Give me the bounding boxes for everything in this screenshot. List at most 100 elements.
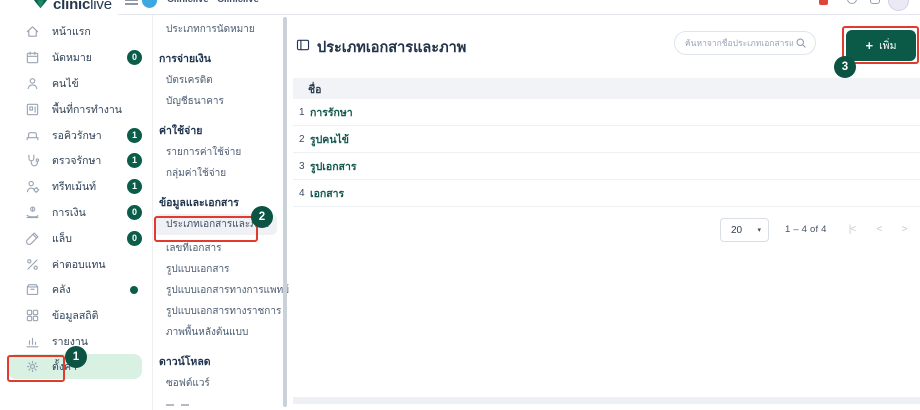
settings-menu-list: ประเภทการนัดหมายการจ่ายเงินบัตรเครดิตบัญ…: [154, 15, 293, 394]
settings-menu-item[interactable]: กลุ่มค่าใช้จ่าย: [154, 163, 293, 184]
workspace-name: Cliniclive - Cliniclive: [167, 0, 259, 5]
settings-menu-item[interactable]: เลขที่เอกสาร: [154, 238, 293, 259]
search-input[interactable]: [675, 38, 795, 48]
next-page-button[interactable]: >: [894, 218, 914, 242]
annotation-step-3: 3: [834, 56, 856, 78]
search-icon: [795, 37, 807, 49]
report-icon: [25, 334, 40, 349]
count-badge: 0: [127, 50, 142, 65]
add-button[interactable]: + เพิ่ม: [846, 30, 916, 61]
settings-section-header: การจ่ายเงิน: [154, 49, 293, 70]
pagination: 20 ▾ 1 – 4 of 4 |< < > >|: [293, 218, 920, 242]
finance-icon: [25, 205, 40, 220]
logo-text: cliniclive: [53, 0, 112, 13]
home-icon: [25, 24, 40, 39]
first-page-button[interactable]: |<: [842, 218, 862, 242]
sidebar-item[interactable]: หน้าแรก: [0, 19, 152, 45]
help-icon[interactable]: [847, 0, 857, 4]
stethoscope-icon: [25, 153, 40, 168]
caret-down-icon: ▾: [757, 226, 761, 234]
settings-menu-item[interactable]: ประเภทการนัดหมาย: [154, 19, 293, 40]
sidebar-item-label: ค่าตอบแทน: [52, 256, 106, 273]
sidebar-item[interactable]: ตรวจรักษา1: [0, 148, 152, 174]
count-badge: 1: [127, 179, 142, 194]
last-page-button[interactable]: >|: [915, 218, 920, 242]
row-number: 4: [299, 188, 310, 199]
settings-section-header: ดาวน์โหลด: [154, 352, 293, 373]
plus-icon: +: [865, 39, 873, 52]
sidebar-item-label: พื้นที่การทำงาน: [52, 101, 122, 118]
table-row[interactable]: 3รูปเอกสาร: [293, 153, 920, 180]
pagination-range: 1 – 4 of 4: [785, 218, 841, 242]
sidebar-item-label: คลัง: [52, 281, 71, 298]
settings-menu-item[interactable]: รายการค่าใช้จ่าย: [154, 142, 293, 163]
sidebar-item[interactable]: นัดหมาย0: [0, 45, 152, 71]
topbar: Cliniclive - Cliniclive: [118, 0, 920, 15]
treatment-icon: [25, 179, 40, 194]
settings-menu-item[interactable]: บัญชีธนาคาร: [154, 91, 293, 112]
settings-menu-item[interactable]: รูปแบบเอกสารทางราชการ: [154, 301, 293, 322]
user-avatar[interactable]: [888, 0, 909, 11]
count-badge: 0: [127, 205, 142, 220]
notification-icon[interactable]: [819, 0, 828, 5]
status-dot: [130, 286, 138, 294]
count-badge: 1: [127, 128, 142, 143]
app-logo: cliniclive: [32, 0, 112, 15]
row-name-link[interactable]: การรักษา: [310, 104, 353, 121]
content-bottom-strip: [293, 397, 920, 404]
sidebar-item-label: การเงิน: [52, 204, 86, 221]
settings-menu-item[interactable]: ซอฟต์แวร์: [154, 373, 293, 394]
document-image-icon: [296, 38, 310, 57]
app-window: ประเภทเอกสารและภาพ + เพิ่ม ชื่อ 1การรักษ…: [0, 0, 920, 410]
row-number: 1: [299, 107, 310, 118]
row-name-link[interactable]: เอกสาร: [310, 185, 344, 202]
row-name-link[interactable]: รูปเอกสาร: [310, 158, 357, 175]
sidebar-item[interactable]: ค่าตอบแทน: [0, 251, 152, 277]
workspace-avatar[interactable]: [142, 0, 157, 8]
sidebar-nav: หน้าแรกนัดหมาย0คนไข้พื้นที่การทำงานรอคิว…: [0, 19, 152, 379]
sidebar-item[interactable]: คนไข้: [0, 71, 152, 97]
sidebar-item[interactable]: ทรีทเม้นท์1: [0, 174, 152, 200]
annotation-step-1: 1: [65, 346, 87, 368]
page-title: ประเภทเอกสารและภาพ: [317, 36, 466, 59]
sidebar-item-label: ตรวจรักษา: [52, 152, 101, 169]
settings-menu-item[interactable]: รูปแบบเอกสารทางการแพทย์: [154, 280, 293, 301]
apps-icon[interactable]: [870, 0, 880, 4]
sidebar-item[interactable]: รอคิวรักษา 1: [0, 122, 152, 148]
table-body: 1การรักษา2รูปคนไข้3รูปเอกสาร4เอกสาร: [293, 99, 920, 207]
settings-menu-item[interactable]: บัตรเครดิต: [154, 70, 293, 91]
settings-menu-item[interactable]: ภาพพื้นหลังต้นแบบ: [154, 322, 293, 343]
row-number: 2: [299, 134, 310, 145]
table-row[interactable]: 2รูปคนไข้: [293, 126, 920, 153]
lab-icon: [25, 231, 40, 246]
person-icon: [25, 76, 40, 91]
menu-icon[interactable]: [125, 0, 138, 7]
gear-icon: [25, 359, 40, 374]
settings-section-header: ข้อมูลและเอกสาร: [154, 193, 293, 214]
settings-scrollbar[interactable]: [283, 17, 287, 407]
cut-menu-item: [166, 404, 189, 406]
page-size-select[interactable]: 20 ▾: [720, 218, 769, 242]
table-row[interactable]: 1การรักษา: [293, 99, 920, 126]
sidebar-item[interactable]: ข้อมูลสถิติ: [0, 303, 152, 329]
calendar-icon: [25, 50, 40, 65]
sidebar-item[interactable]: การเงิน 0: [0, 200, 152, 226]
sidebar-item[interactable]: แล็บ 0: [0, 225, 152, 251]
count-badge: 0: [127, 231, 142, 246]
table-header: ชื่อ: [293, 78, 920, 99]
sidebar-item-label: ข้อมูลสถิติ: [52, 307, 98, 324]
inventory-icon: [25, 282, 40, 297]
prev-page-button[interactable]: <: [869, 218, 889, 242]
sidebar-item-label: รอคิวรักษา: [52, 127, 102, 144]
settings-menu-item[interactable]: รูปแบบเอกสาร: [154, 259, 293, 280]
annotation-step-2: 2: [251, 206, 273, 228]
row-name-link[interactable]: รูปคนไข้: [310, 131, 349, 148]
sidebar-item-label: แล็บ: [52, 230, 72, 247]
sidebar-item[interactable]: พื้นที่การทำงาน: [0, 96, 152, 122]
logo-text-light: live: [90, 0, 112, 13]
page-size-value: 20: [731, 225, 742, 236]
queue-icon: [25, 128, 40, 143]
table-row[interactable]: 4เอกสาร: [293, 180, 920, 207]
search-box[interactable]: [674, 31, 816, 55]
sidebar-item[interactable]: คลัง: [0, 277, 152, 303]
